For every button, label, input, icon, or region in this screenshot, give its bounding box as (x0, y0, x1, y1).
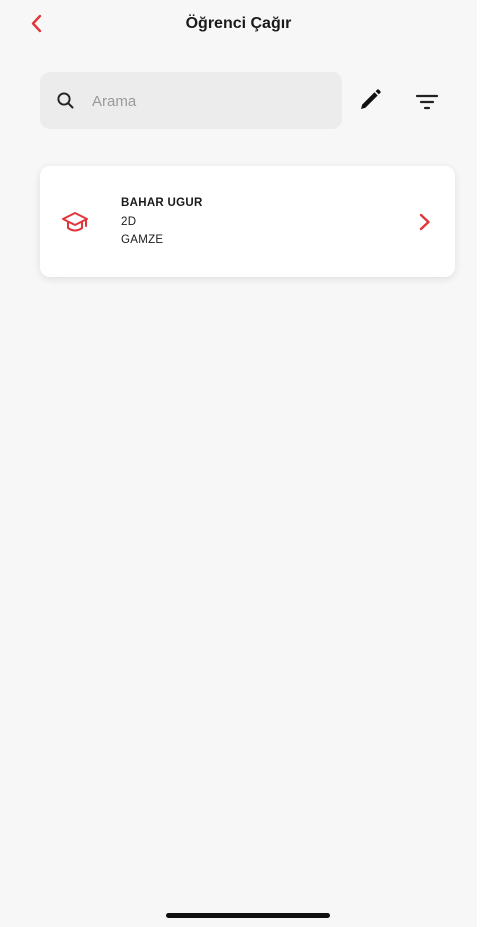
call-student-screen: Öğrenci Çağır BAHAR UGUR 2D GAMZE (0, 0, 477, 927)
header: Öğrenci Çağır (0, 0, 477, 52)
student-teacher: GAMZE (121, 234, 164, 246)
graduation-cap-icon (62, 212, 88, 232)
filter-icon (415, 94, 439, 110)
edit-button[interactable] (356, 86, 384, 114)
search-bar[interactable] (40, 72, 342, 129)
search-input[interactable] (92, 88, 322, 114)
page-title: Öğrenci Çağır (185, 15, 292, 32)
home-indicator (166, 913, 330, 918)
search-icon (57, 92, 74, 109)
student-card[interactable]: BAHAR UGUR 2D GAMZE (40, 166, 455, 277)
pencil-icon (361, 89, 381, 109)
filter-button[interactable] (413, 88, 441, 116)
student-class: 2D (121, 216, 137, 228)
student-name: BAHAR UGUR (121, 197, 203, 209)
chevron-right-icon (419, 213, 430, 231)
